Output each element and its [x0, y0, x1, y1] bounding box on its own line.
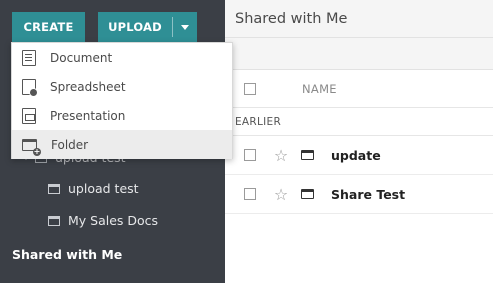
menu-item-label: Spreadsheet — [50, 79, 126, 94]
tree-item-my-sales-docs[interactable]: My Sales Docs — [48, 213, 158, 228]
table-header: NAME — [225, 70, 493, 108]
upload-button[interactable]: UPLOAD — [98, 12, 197, 42]
menu-item-document[interactable]: Document — [12, 43, 232, 72]
presentation-icon — [22, 107, 36, 124]
main-panel: Shared with Me NAME EARLIER ☆ update ☆ S… — [225, 0, 493, 283]
row-name[interactable]: Share Test — [331, 187, 405, 202]
sidebar-item-shared-with-me[interactable]: Shared with Me — [12, 247, 122, 262]
folder-icon — [301, 150, 314, 160]
section-header-earlier: EARLIER — [225, 108, 493, 136]
page-title: Shared with Me — [235, 10, 348, 27]
column-header-name[interactable]: NAME — [302, 82, 337, 96]
row-name[interactable]: update — [331, 148, 381, 163]
menu-item-presentation[interactable]: Presentation — [12, 101, 232, 130]
create-button[interactable]: CREATE — [12, 12, 85, 42]
menu-item-label: Presentation — [50, 108, 126, 123]
create-button-label: CREATE — [23, 20, 74, 34]
menu-item-label: Folder — [51, 137, 89, 152]
chevron-down-icon — [181, 24, 189, 30]
row-checkbox[interactable] — [244, 188, 256, 200]
spreadsheet-icon — [22, 78, 38, 97]
tree-item-label: My Sales Docs — [68, 213, 159, 228]
page-header: Shared with Me — [225, 0, 493, 38]
upload-button-label: UPLOAD — [108, 20, 162, 34]
star-icon[interactable]: ☆ — [273, 146, 289, 165]
select-all-checkbox[interactable] — [244, 82, 256, 95]
folder-icon — [301, 189, 314, 199]
content-toolbar — [225, 38, 493, 70]
row-checkbox[interactable] — [244, 149, 256, 161]
create-dropdown-menu: Document Spreadsheet Presentation Folder — [11, 42, 233, 159]
menu-item-label: Document — [50, 50, 113, 65]
table-row[interactable]: ☆ update — [225, 136, 493, 175]
menu-item-spreadsheet[interactable]: Spreadsheet — [12, 72, 232, 101]
upload-dropdown-toggle[interactable] — [173, 24, 197, 30]
document-icon — [22, 49, 36, 66]
tree-item-label: upload test — [68, 181, 139, 196]
folder-add-icon — [22, 138, 41, 156]
menu-item-folder[interactable]: Folder — [12, 130, 232, 159]
table-row[interactable]: ☆ Share Test — [225, 175, 493, 214]
folder-icon — [48, 215, 60, 226]
tree-item-upload-test[interactable]: upload test — [48, 181, 139, 196]
star-icon[interactable]: ☆ — [273, 185, 289, 204]
folder-icon — [48, 183, 60, 194]
